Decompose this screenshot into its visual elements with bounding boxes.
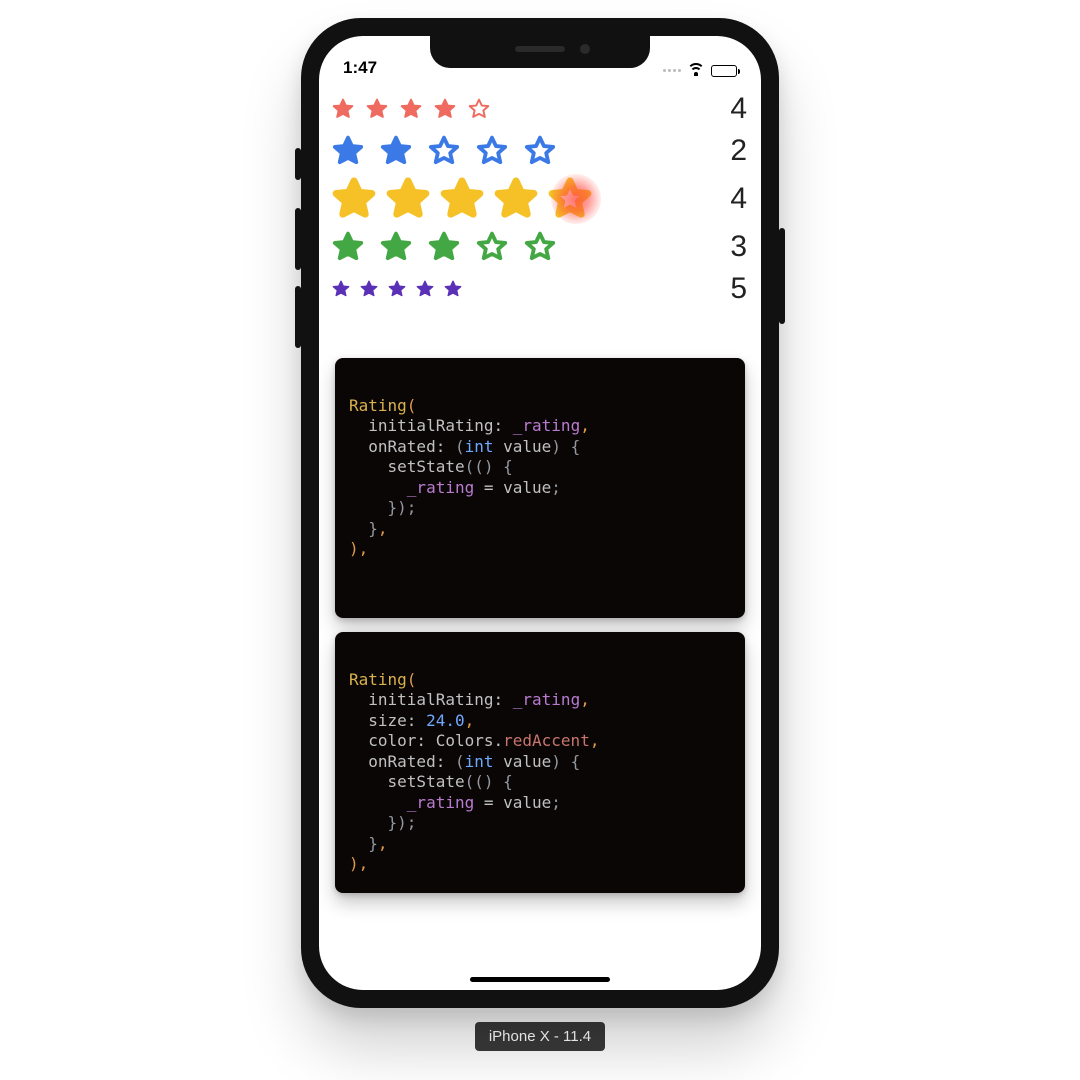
home-indicator[interactable] xyxy=(470,977,610,982)
volume-down-button[interactable] xyxy=(295,286,301,348)
battery-icon xyxy=(711,65,737,77)
mute-switch[interactable] xyxy=(295,148,301,180)
star-icon[interactable] xyxy=(379,230,413,264)
star-icon[interactable] xyxy=(399,97,423,121)
star-icon[interactable] xyxy=(331,176,377,222)
star-icon[interactable] xyxy=(523,134,557,168)
code-text: Rating( initialRating: _rating, onRated:… xyxy=(349,396,731,560)
device-label-text: iPhone X - 11.4 xyxy=(489,1028,591,1045)
status-right xyxy=(663,63,737,78)
star-group[interactable] xyxy=(331,176,593,222)
rating-row: 2 xyxy=(331,130,749,172)
rating-value: 5 xyxy=(730,272,749,306)
star-icon[interactable] xyxy=(433,97,457,121)
star-icon[interactable] xyxy=(415,279,435,299)
ratings-list: 4 2 4 3 5 xyxy=(331,88,749,310)
rating-row: 4 xyxy=(331,88,749,130)
star-icon[interactable] xyxy=(475,134,509,168)
signal-dots-icon xyxy=(663,69,681,72)
rating-row: 4 xyxy=(331,172,749,226)
rating-value: 4 xyxy=(730,92,749,126)
rating-value: 2 xyxy=(730,134,749,168)
wifi-icon xyxy=(687,63,705,77)
code-snippet-card: Rating( initialRating: _rating, onRated:… xyxy=(335,358,745,618)
star-group[interactable] xyxy=(331,134,557,168)
volume-up-button[interactable] xyxy=(295,208,301,270)
star-icon[interactable] xyxy=(493,176,539,222)
rating-row: 5 xyxy=(331,268,749,310)
star-icon[interactable] xyxy=(359,279,379,299)
star-group[interactable] xyxy=(331,230,557,264)
star-icon[interactable] xyxy=(475,230,509,264)
star-icon[interactable] xyxy=(467,97,491,121)
rating-row: 3 xyxy=(331,226,749,268)
star-icon[interactable] xyxy=(379,134,413,168)
star-icon[interactable] xyxy=(443,279,463,299)
star-icon[interactable] xyxy=(331,134,365,168)
star-icon[interactable] xyxy=(365,97,389,121)
star-group[interactable] xyxy=(331,279,463,299)
star-group[interactable] xyxy=(331,97,491,121)
star-icon[interactable] xyxy=(427,230,461,264)
phone-notch xyxy=(430,36,650,68)
code-list: Rating( initialRating: _rating, onRated:… xyxy=(331,310,749,907)
star-icon[interactable] xyxy=(331,230,365,264)
rating-value: 3 xyxy=(730,230,749,264)
screen-content: 4 2 4 3 5 Rating( initialRating: _ra xyxy=(319,80,761,990)
code-text: Rating( initialRating: _rating, size: 24… xyxy=(349,670,731,875)
star-icon[interactable] xyxy=(387,279,407,299)
star-icon[interactable] xyxy=(385,176,431,222)
star-icon[interactable] xyxy=(547,176,593,222)
code-snippet-card: Rating( initialRating: _rating, size: 24… xyxy=(335,632,745,893)
phone-frame: 1:47 4 xyxy=(301,18,779,1008)
status-time: 1:47 xyxy=(343,58,377,78)
star-icon[interactable] xyxy=(331,279,351,299)
rating-value: 4 xyxy=(730,182,749,216)
star-icon[interactable] xyxy=(439,176,485,222)
power-button[interactable] xyxy=(779,228,785,324)
phone-screen: 1:47 4 xyxy=(319,36,761,990)
star-icon[interactable] xyxy=(523,230,557,264)
star-icon[interactable] xyxy=(427,134,461,168)
star-icon[interactable] xyxy=(331,97,355,121)
device-label-chip: iPhone X - 11.4 xyxy=(475,1022,605,1051)
